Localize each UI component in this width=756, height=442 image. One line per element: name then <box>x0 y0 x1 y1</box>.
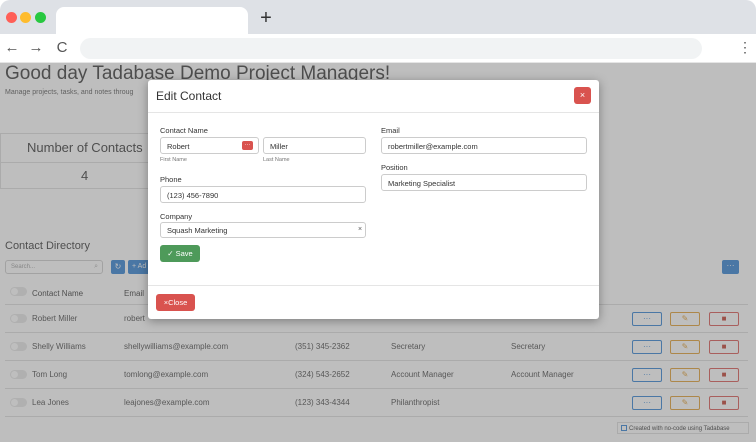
modal-header: Edit Contact × <box>148 80 599 113</box>
company-label: Company <box>160 212 193 221</box>
phone-label: Phone <box>160 175 182 184</box>
forward-arrow-icon[interactable]: → <box>28 39 44 57</box>
window-minimize-dot[interactable] <box>20 12 31 23</box>
last-name-value: Miller <box>270 142 288 151</box>
company-select[interactable]: Squash Marketing × ▼ <box>160 222 366 238</box>
password-manager-icon[interactable]: ··· <box>242 141 253 150</box>
position-label: Position <box>381 163 408 172</box>
reload-icon[interactable]: C <box>54 39 70 57</box>
browser-tab[interactable] <box>56 7 248 34</box>
clear-selection-icon[interactable]: × <box>358 226 362 233</box>
email-label: Email <box>381 126 400 135</box>
close-button[interactable]: ×Close <box>156 294 195 311</box>
phone-value: (123) 456-7890 <box>167 191 219 200</box>
phone-field[interactable]: (123) 456-7890 <box>160 186 366 203</box>
modal-title: Edit Contact <box>156 89 222 103</box>
email-field[interactable]: robertmiller@example.com <box>381 137 587 154</box>
back-arrow-icon[interactable]: ← <box>4 39 20 57</box>
address-bar[interactable] <box>80 38 702 59</box>
modal-footer-divider <box>148 285 599 286</box>
browser-menu-icon[interactable]: ⋮ <box>738 39 752 56</box>
close-icon[interactable]: × <box>574 87 591 104</box>
position-value: Marketing Specialist <box>388 179 456 188</box>
new-tab-button[interactable]: + <box>258 8 274 28</box>
browser-toolbar: ← → C ⋮ <box>0 34 756 63</box>
first-name-value: Robert <box>167 142 190 151</box>
last-name-field[interactable]: Miller <box>263 137 366 154</box>
position-field[interactable]: Marketing Specialist <box>381 174 587 191</box>
edit-contact-modal: Edit Contact × Contact Name Robert ··· F… <box>148 80 599 319</box>
last-name-sublabel: Last Name <box>263 157 290 163</box>
contact-name-label: Contact Name <box>160 126 208 135</box>
first-name-sublabel: First Name <box>160 157 187 163</box>
window-close-dot[interactable] <box>6 12 17 23</box>
save-button[interactable]: ✓ Save <box>160 245 200 262</box>
browser-tab-bar: + <box>0 0 756 34</box>
company-value: Squash Marketing <box>167 226 228 235</box>
email-value: robertmiller@example.com <box>388 142 478 151</box>
chevron-down-icon[interactable]: ▼ <box>365 224 366 237</box>
window-maximize-dot[interactable] <box>35 12 46 23</box>
first-name-field[interactable]: Robert ··· <box>160 137 259 154</box>
